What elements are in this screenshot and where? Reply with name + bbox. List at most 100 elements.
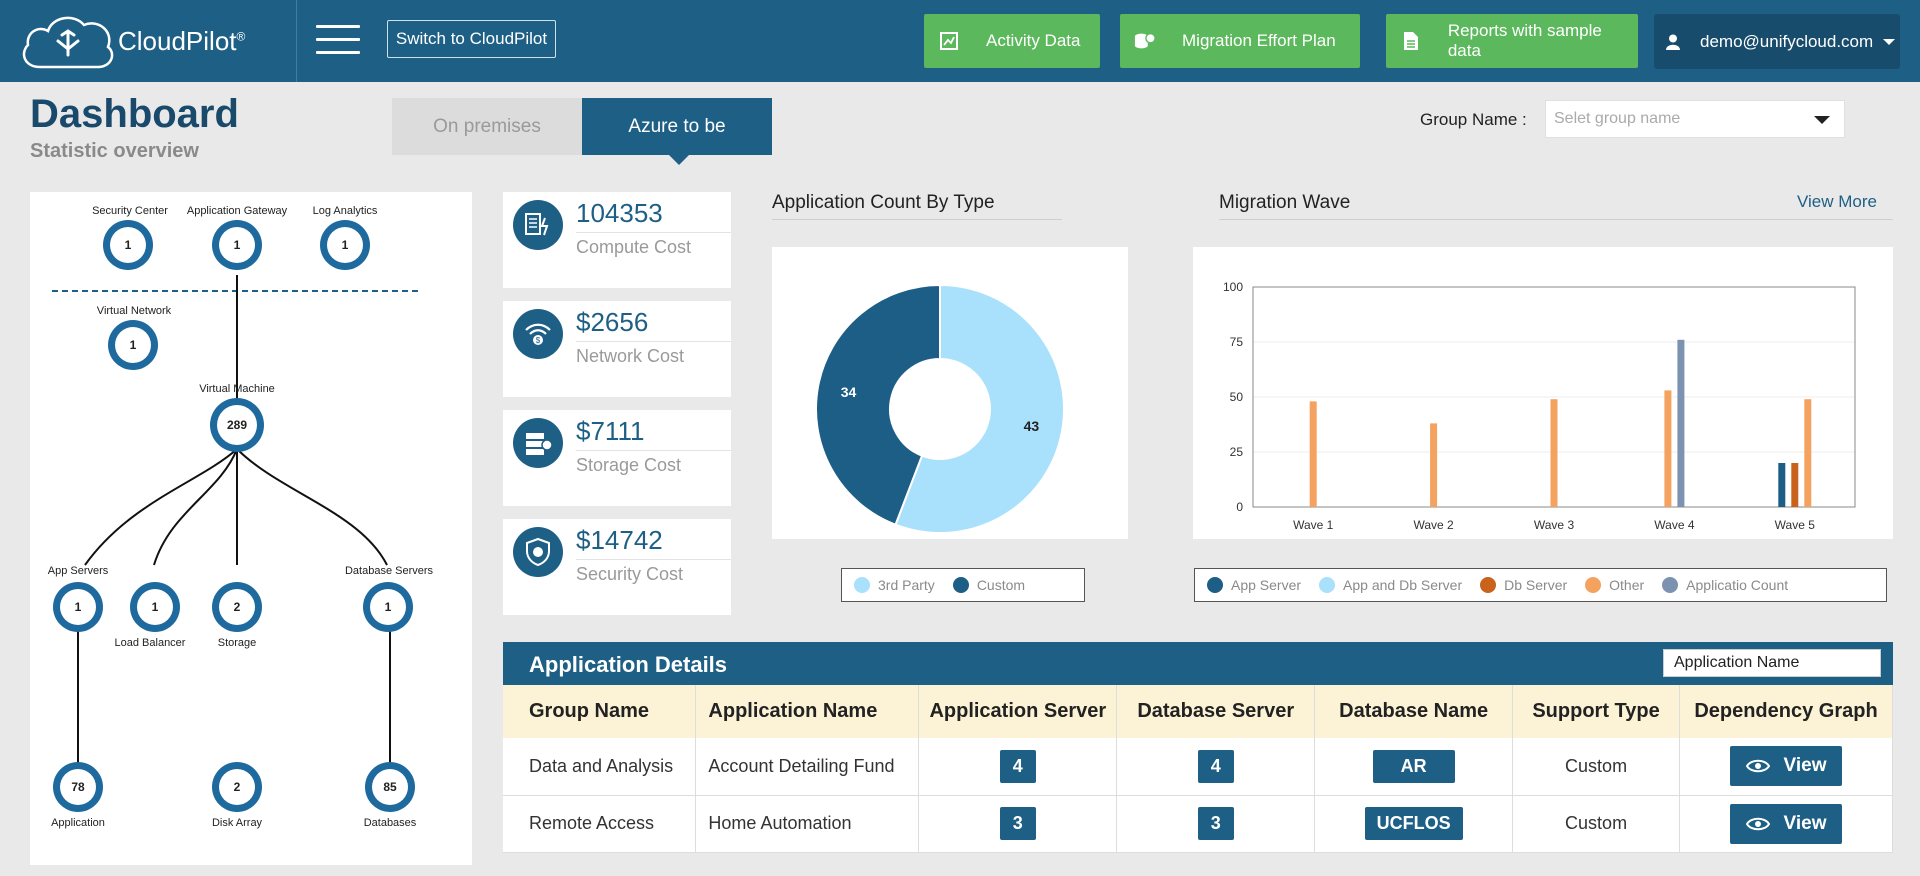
app-server-count-badge[interactable]: 3 (999, 807, 1036, 840)
topology-panel: Security Center 1 Application Gateway 1 … (30, 192, 472, 865)
db-name-badge[interactable]: AR (1372, 749, 1455, 783)
app-count-legend: 3rd Party Custom (841, 568, 1085, 602)
disk-array-label: Disk Array (211, 817, 263, 829)
shield-icon (513, 527, 563, 577)
network-cost-label: Network Cost (576, 346, 685, 366)
col-application-server[interactable]: Application Server (918, 685, 1118, 738)
migration-effort-plan-button[interactable]: Migration Effort Plan (1120, 14, 1360, 68)
databases-label: Databases (363, 817, 417, 829)
app-server-count-badge[interactable]: 4 (999, 749, 1036, 783)
storage-cost-value: $7111 (576, 416, 645, 446)
y-tick-label: 0 (1236, 500, 1243, 514)
reports-sample-data-button[interactable]: Reports with sample data (1386, 14, 1638, 68)
security-center-node[interactable]: 1 (103, 220, 153, 270)
virtual-network-node[interactable]: 1 (108, 320, 158, 370)
view-dependency-button[interactable]: View (1729, 746, 1843, 787)
app-count-donut-chart: 43 34 (815, 283, 1065, 534)
col-dependency-graph[interactable]: Dependency Graph (1679, 685, 1893, 738)
security-cost-label: Security Cost (576, 564, 684, 584)
database-servers-node[interactable]: 1 (363, 582, 413, 632)
brand-name: CloudPilot® (118, 26, 246, 56)
bar-other[interactable] (1804, 399, 1812, 507)
legend-app-server[interactable]: App Server (1207, 577, 1301, 593)
storage-node[interactable]: 2 (212, 582, 262, 632)
x-tick-label: Wave 1 (1293, 518, 1334, 532)
virtual-machine-node[interactable]: 289 (210, 398, 264, 452)
app-count-title: Application Count By Type (772, 192, 995, 213)
compute-cost-value: 104353 (576, 198, 663, 228)
app-gateway-node[interactable]: 1 (212, 220, 262, 270)
bar-other[interactable] (1309, 401, 1317, 507)
disk-array-node[interactable]: 2 (212, 762, 262, 812)
db-server-count-badge[interactable]: 4 (1197, 749, 1234, 783)
x-tick-label: Wave 3 (1534, 518, 1575, 532)
bar-other[interactable] (1664, 390, 1672, 507)
cell-support-type: Custom (1512, 795, 1681, 853)
bar-other[interactable] (1550, 399, 1558, 507)
app-details-title: Application Details (529, 652, 728, 677)
db-server-count-badge[interactable]: 3 (1197, 807, 1234, 840)
x-tick-label: Wave 5 (1775, 518, 1816, 532)
legend-application-count[interactable]: Applicatio Count (1662, 577, 1788, 593)
user-menu-button[interactable]: demo@unifycloud.com (1654, 14, 1900, 69)
network-icon: $ (513, 309, 563, 359)
cell-support-type: Custom (1512, 738, 1681, 796)
legend-db-server[interactable]: Db Server (1480, 577, 1567, 593)
application-node[interactable]: 78 (53, 762, 103, 812)
app-gateway-label: Application Gateway (186, 205, 288, 217)
cell-group-name: Data and Analysis (503, 738, 697, 796)
bar-app-server[interactable] (1778, 463, 1786, 507)
logo-area[interactable]: CloudPilot® (0, 0, 297, 82)
view-more-link[interactable]: View More (1797, 192, 1877, 212)
migration-wave-title: Migration Wave (1219, 192, 1351, 213)
col-support-type[interactable]: Support Type (1512, 685, 1681, 738)
security-center-label: Security Center (92, 205, 168, 217)
y-tick-label: 50 (1230, 390, 1244, 404)
databases-node[interactable]: 85 (365, 762, 415, 812)
legend-other[interactable]: Other (1585, 577, 1644, 593)
app-details-header: Application Details Application Name (503, 642, 1893, 685)
log-analytics-node[interactable]: 1 (320, 220, 370, 270)
col-group-name[interactable]: Group Name (503, 685, 697, 738)
cell-application-name: Home Automation (695, 795, 920, 853)
y-tick-label: 75 (1230, 335, 1244, 349)
virtual-network-label: Virtual Network (96, 305, 172, 317)
compute-icon (513, 200, 563, 250)
group-name-select[interactable]: Selet group name (1545, 100, 1845, 138)
x-tick-label: Wave 2 (1413, 518, 1454, 532)
cloud-logo-icon (22, 16, 114, 69)
app-details-table: Group Name Application Name Application … (503, 685, 1893, 853)
tab-azure-to-be[interactable]: Azure to be (582, 98, 772, 165)
legend-custom[interactable]: Custom (952, 577, 1025, 593)
bar-db-server[interactable] (1791, 463, 1799, 507)
tab-on-premises[interactable]: On premises (392, 98, 582, 155)
activity-data-button[interactable]: Activity Data (924, 14, 1100, 68)
legend-app-db-server[interactable]: App and Db Server (1319, 577, 1462, 593)
compute-cost-card: 104353 Compute Cost (503, 192, 731, 288)
col-application-name[interactable]: Application Name (695, 685, 920, 738)
topology-connectors (52, 275, 422, 765)
switch-to-cloudpilot-button[interactable]: Switch to CloudPilot (387, 20, 556, 58)
security-cost-card: $14742 Security Cost (503, 519, 731, 615)
network-cost-value: $2656 (576, 307, 649, 337)
application-name-search[interactable]: Application Name (1663, 649, 1881, 677)
bar-other[interactable] (1430, 423, 1438, 507)
menu-toggle-icon[interactable] (316, 25, 360, 55)
view-dependency-button[interactable]: View (1729, 803, 1843, 844)
table-header-row: Group Name Application Name Application … (503, 685, 1893, 738)
db-name-badge[interactable]: UCFLOS (1364, 807, 1463, 840)
load-balancer-label: Load Balancer (114, 637, 186, 649)
migration-wave-chart-panel: 0 25 50 75 100 Wave 1 Wave 2 Wave 3 Wave 4 Wave 5 (1193, 247, 1893, 539)
user-icon (1666, 34, 1680, 50)
col-database-server[interactable]: Database Server (1116, 685, 1316, 738)
bar-applicatio-count[interactable] (1677, 339, 1685, 507)
legend-third-party[interactable]: 3rd Party (854, 577, 935, 593)
col-database-name[interactable]: Database Name (1314, 685, 1514, 738)
log-analytics-label: Log Analytics (312, 205, 378, 217)
chevron-down-icon (1883, 38, 1896, 45)
app-servers-node[interactable]: 1 (53, 582, 103, 632)
storage-cost-card: $7111 Storage Cost (503, 410, 731, 506)
page-title: Dashboard (30, 92, 239, 136)
load-balancer-node[interactable]: 1 (130, 582, 180, 632)
cell-group-name: Remote Access (503, 795, 697, 853)
